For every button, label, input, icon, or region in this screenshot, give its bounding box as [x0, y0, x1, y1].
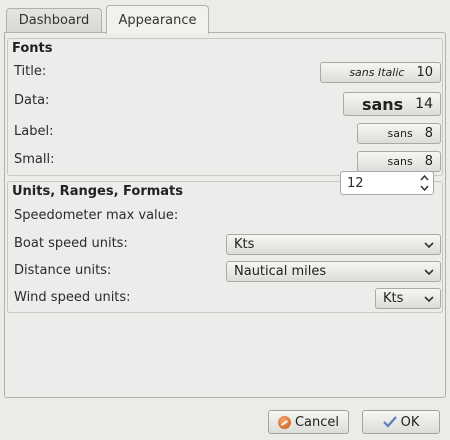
tab-dashboard-label: Dashboard [18, 13, 90, 28]
data-font-size: 14 [415, 96, 433, 112]
title-font-button[interactable]: sans Italic 10 [320, 62, 441, 83]
appearance-panel: Fonts Title: sans Italic 10 Data: sans 1… [4, 32, 446, 398]
units-group-title: Units, Ranges, Formats [12, 184, 184, 199]
data-font-family: sans [361, 94, 404, 114]
chevron-down-icon [424, 269, 434, 276]
label-font-family: sans [387, 127, 413, 140]
fonts-group-title: Fonts [12, 41, 53, 56]
title-font-label: Title: [14, 64, 47, 79]
distance-units-select[interactable]: Nautical miles [226, 261, 441, 282]
cancel-icon [277, 415, 291, 429]
label-font-size: 8 [424, 126, 433, 141]
small-font-size: 8 [424, 154, 433, 169]
boat-speed-select[interactable]: Kts [226, 234, 441, 255]
boat-speed-label: Boat speed units: [14, 236, 128, 251]
small-font-family: sans [387, 155, 413, 168]
boat-speed-value: Kts [234, 237, 255, 252]
tab-appearance-label: Appearance [118, 12, 197, 28]
checkmark-icon [382, 416, 397, 428]
title-font-size: 10 [416, 65, 433, 80]
data-font-label: Data: [14, 93, 50, 108]
wind-speed-value: Kts [383, 291, 404, 306]
units-group: Units, Ranges, Formats Speedometer max v… [7, 181, 443, 313]
cancel-button[interactable]: Cancel [268, 410, 349, 434]
spin-arrows[interactable] [420, 173, 429, 193]
chevron-down-icon [424, 296, 434, 303]
speedometer-max-label: Speedometer max value: [14, 208, 179, 223]
small-font-button[interactable]: sans 8 [357, 151, 441, 172]
label-font-button[interactable]: sans 8 [357, 123, 441, 144]
fonts-group: Fonts Title: sans Italic 10 Data: sans 1… [7, 38, 443, 176]
chevron-up-icon[interactable] [420, 173, 429, 183]
chevron-down-icon [424, 242, 434, 249]
label-font-label: Label: [14, 124, 54, 139]
title-font-family: sans Italic [349, 66, 405, 79]
wind-speed-select[interactable]: Kts [375, 288, 441, 309]
chevron-down-icon[interactable] [420, 183, 429, 193]
distance-units-value: Nautical miles [234, 264, 327, 279]
speedometer-max-spinbox[interactable]: 12 [340, 171, 434, 195]
tab-dashboard[interactable]: Dashboard [6, 8, 102, 32]
cancel-button-label: Cancel [294, 414, 340, 430]
ok-button[interactable]: OK [362, 410, 440, 434]
ok-button-label: OK [400, 414, 420, 430]
wind-speed-label: Wind speed units: [14, 290, 131, 305]
data-font-button[interactable]: sans 14 [343, 92, 441, 116]
speedometer-max-value: 12 [347, 175, 364, 191]
distance-units-label: Distance units: [14, 263, 112, 278]
small-font-label: Small: [14, 152, 55, 167]
tab-appearance[interactable]: Appearance [106, 5, 209, 34]
